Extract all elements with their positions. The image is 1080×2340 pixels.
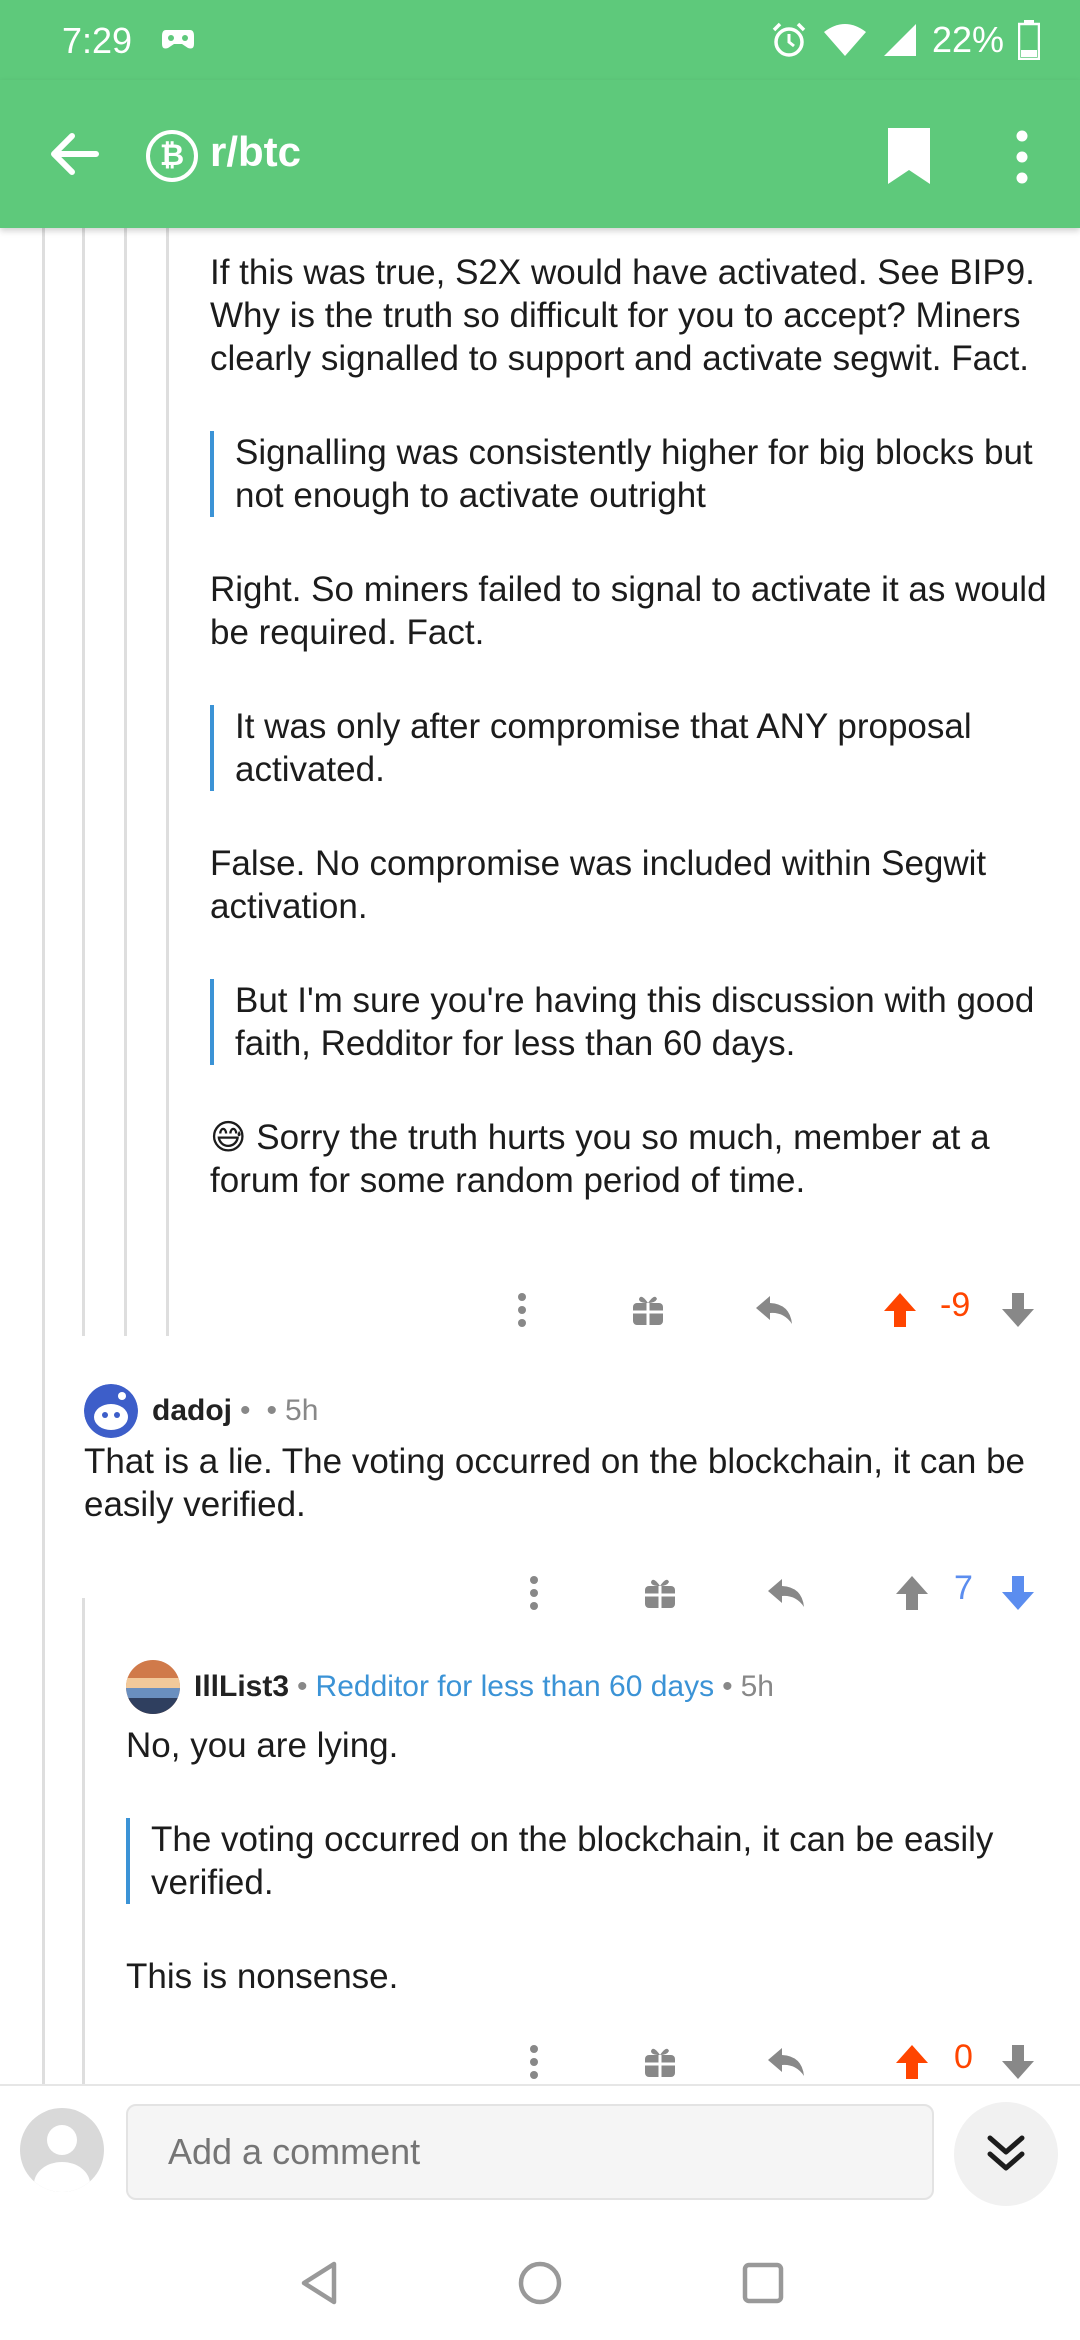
quote-block: It was only after compromise that ANY pr… xyxy=(210,705,1070,791)
comment-author[interactable]: dadoj xyxy=(152,1394,232,1428)
comment-actions: 0 xyxy=(0,2036,1080,2084)
thread-line xyxy=(166,228,169,1336)
game-notification-icon xyxy=(162,30,194,49)
comment-more-button[interactable] xyxy=(512,2036,556,2084)
nav-recents-icon[interactable] xyxy=(740,2260,786,2306)
wifi-icon xyxy=(823,24,866,56)
status-icons: 22% xyxy=(770,18,1040,62)
comment-paragraph: Right. So miners failed to signal to act… xyxy=(210,570,1047,652)
downvote-arrow-icon xyxy=(1002,1576,1034,1610)
meta-separator: • xyxy=(722,1670,733,1703)
battery-icon xyxy=(1018,20,1040,60)
comment-age: 5h xyxy=(285,1394,319,1427)
reply-button[interactable] xyxy=(764,2036,808,2084)
comment-bar xyxy=(0,2084,1080,2220)
upvote-arrow-icon xyxy=(896,1576,928,1610)
comment-paragraph: This is nonsense. xyxy=(126,1957,399,1996)
comment-paragraph: If this was true, S2X would have activat… xyxy=(210,253,1035,378)
gift-icon xyxy=(645,2048,675,2077)
person-icon xyxy=(34,2125,90,2192)
comment-body: If this was true, S2X would have activat… xyxy=(210,251,1070,1253)
comment-meta: dadoj • • 5h xyxy=(84,1384,318,1438)
comment-author[interactable]: IllList3 xyxy=(194,1670,289,1704)
current-user-avatar[interactable] xyxy=(20,2108,104,2192)
bookmark-icon[interactable] xyxy=(884,126,934,186)
upvote-arrow-icon xyxy=(896,2045,928,2079)
nav-home-icon[interactable] xyxy=(517,2260,563,2306)
comment-paragraph: False. No compromise was included within… xyxy=(210,844,987,926)
quote-block: Signalling was consistently higher for b… xyxy=(210,431,1070,517)
upvote-arrow-icon xyxy=(884,1293,916,1327)
more-options-icon[interactable] xyxy=(1000,130,1044,184)
sweat-smile-emoji: 😅 xyxy=(210,1118,247,1157)
snoo-avatar-icon xyxy=(84,1384,138,1438)
downvote-button[interactable] xyxy=(996,2036,1040,2084)
thread-line xyxy=(82,228,85,1336)
comment-more-button[interactable] xyxy=(512,1567,556,1619)
reply-icon xyxy=(768,2048,804,2076)
award-button[interactable] xyxy=(626,1284,670,1336)
jump-to-next-button[interactable] xyxy=(954,2102,1058,2206)
avatar[interactable] xyxy=(126,1660,180,1714)
comment-actions: -9 xyxy=(0,1284,1080,1340)
award-button[interactable] xyxy=(638,2036,682,2084)
back-arrow-icon[interactable] xyxy=(46,126,102,182)
downvote-arrow-icon xyxy=(1002,1293,1034,1327)
comment-more-button[interactable] xyxy=(500,1284,544,1336)
comment-actions: 7 xyxy=(0,1567,1080,1623)
meta-separator: • xyxy=(240,1394,251,1427)
downvote-button[interactable] xyxy=(996,1567,1040,1619)
vertical-dots-icon xyxy=(530,1576,538,1610)
comment-thread[interactable]: If this was true, S2X would have activat… xyxy=(0,228,1080,2084)
alarm-icon xyxy=(772,22,806,57)
comment-body: No, you are lying. The voting occurred o… xyxy=(126,1724,1056,2049)
thread-line xyxy=(124,228,127,1336)
quote-block: But I'm sure you're having this discussi… xyxy=(210,979,1070,1065)
status-bar: 7:29 22% xyxy=(0,0,1080,80)
upvote-button[interactable] xyxy=(890,2036,934,2084)
meta-separator: • xyxy=(266,1394,278,1427)
status-time: 7:29 xyxy=(62,20,133,61)
add-comment-input[interactable] xyxy=(126,2104,934,2200)
system-nav-bar xyxy=(0,2220,1080,2340)
upvote-button[interactable] xyxy=(878,1284,922,1336)
comment-score: 7 xyxy=(954,1569,973,1607)
meta-separator: • xyxy=(297,1670,308,1703)
app-bar: ₿ r/btc xyxy=(0,80,1080,228)
vertical-dots-icon xyxy=(530,2045,538,2079)
reply-button[interactable] xyxy=(764,1567,808,1619)
comment-paragraph: No, you are lying. xyxy=(126,1726,399,1765)
signal-icon xyxy=(883,24,916,56)
reply-button[interactable] xyxy=(752,1284,796,1336)
battery-percent: 22% xyxy=(931,19,1004,60)
double-chevron-down-icon xyxy=(987,2135,1025,2171)
gift-icon xyxy=(645,1579,675,1608)
nav-back-icon[interactable] xyxy=(296,2260,342,2306)
award-button[interactable] xyxy=(638,1567,682,1619)
comment-body: That is a lie. The voting occurred on th… xyxy=(84,1442,1026,1524)
comment-paragraph: 😅 Sorry the truth hurts you so much, mem… xyxy=(210,1118,990,1200)
user-avatar-image xyxy=(126,1660,180,1714)
downvote-button[interactable] xyxy=(996,1284,1040,1336)
thread-line xyxy=(42,228,45,2084)
subreddit-name[interactable]: r/btc xyxy=(210,128,301,176)
comment-score: 0 xyxy=(954,2038,973,2076)
reply-icon xyxy=(768,1579,804,1607)
comment-score: -9 xyxy=(940,1286,971,1324)
downvote-arrow-icon xyxy=(1002,2045,1034,2079)
comment-age: 5h xyxy=(740,1670,774,1703)
upvote-button[interactable] xyxy=(890,1567,934,1619)
thread-line xyxy=(82,1598,85,2084)
subreddit-icon[interactable]: ₿ xyxy=(146,130,198,182)
gift-icon xyxy=(633,1296,663,1325)
comment-meta: IllList3 • Redditor for less than 60 day… xyxy=(126,1660,774,1714)
quote-block: The voting occurred on the blockchain, i… xyxy=(126,1818,1056,1904)
avatar[interactable] xyxy=(84,1384,138,1438)
reply-icon xyxy=(756,1296,792,1324)
user-flair: Redditor for less than 60 days xyxy=(315,1670,715,1703)
vertical-dots-icon xyxy=(518,1293,526,1327)
